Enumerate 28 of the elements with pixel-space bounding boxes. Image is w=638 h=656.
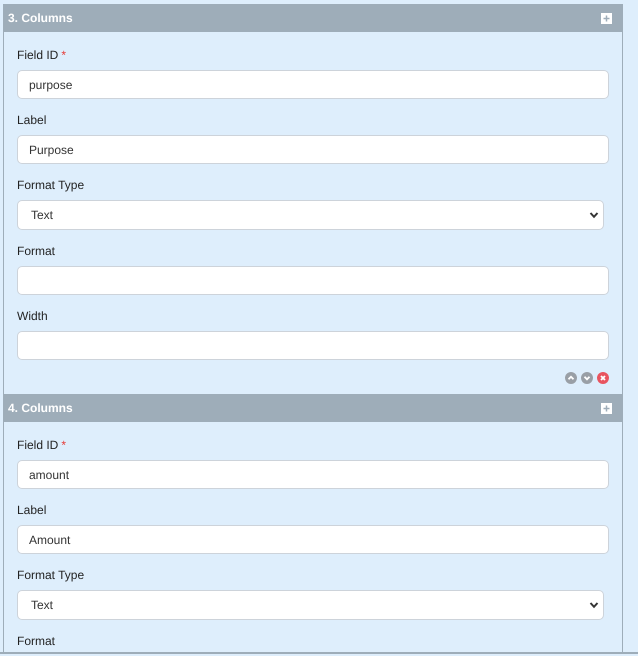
select-field[interactable]: Text xyxy=(17,200,604,230)
field-label: Width xyxy=(17,308,48,325)
required-icon: * xyxy=(61,436,66,454)
input-field[interactable]: purpose xyxy=(17,70,609,99)
move-down-icon[interactable] xyxy=(581,372,593,384)
expand-icon[interactable] xyxy=(601,402,612,414)
required-icon: * xyxy=(61,46,66,64)
input-field[interactable]: amount xyxy=(17,460,609,489)
section-title: 4. Columns xyxy=(8,400,73,417)
field-label: Format Type xyxy=(17,177,84,194)
select-field[interactable]: Text xyxy=(17,590,604,620)
field-label: Label xyxy=(17,112,46,129)
section-title: 3. Columns xyxy=(8,10,73,27)
input-field[interactable] xyxy=(17,266,609,295)
field-label: Label xyxy=(17,502,46,519)
input-field[interactable]: Purpose xyxy=(17,135,609,164)
field-label: Format Type xyxy=(17,567,84,584)
chevron-down-icon xyxy=(589,210,599,220)
move-up-icon[interactable] xyxy=(565,372,577,384)
field-label: Field ID xyxy=(17,47,58,64)
chevron-down-icon xyxy=(589,600,599,610)
delete-icon[interactable] xyxy=(597,372,609,384)
field-label: Format xyxy=(17,633,56,650)
field-label: Format xyxy=(17,243,56,260)
field-label: Field ID xyxy=(17,437,58,454)
input-field[interactable]: Amount xyxy=(17,525,609,554)
expand-icon[interactable] xyxy=(601,12,612,24)
input-field[interactable] xyxy=(17,331,609,360)
